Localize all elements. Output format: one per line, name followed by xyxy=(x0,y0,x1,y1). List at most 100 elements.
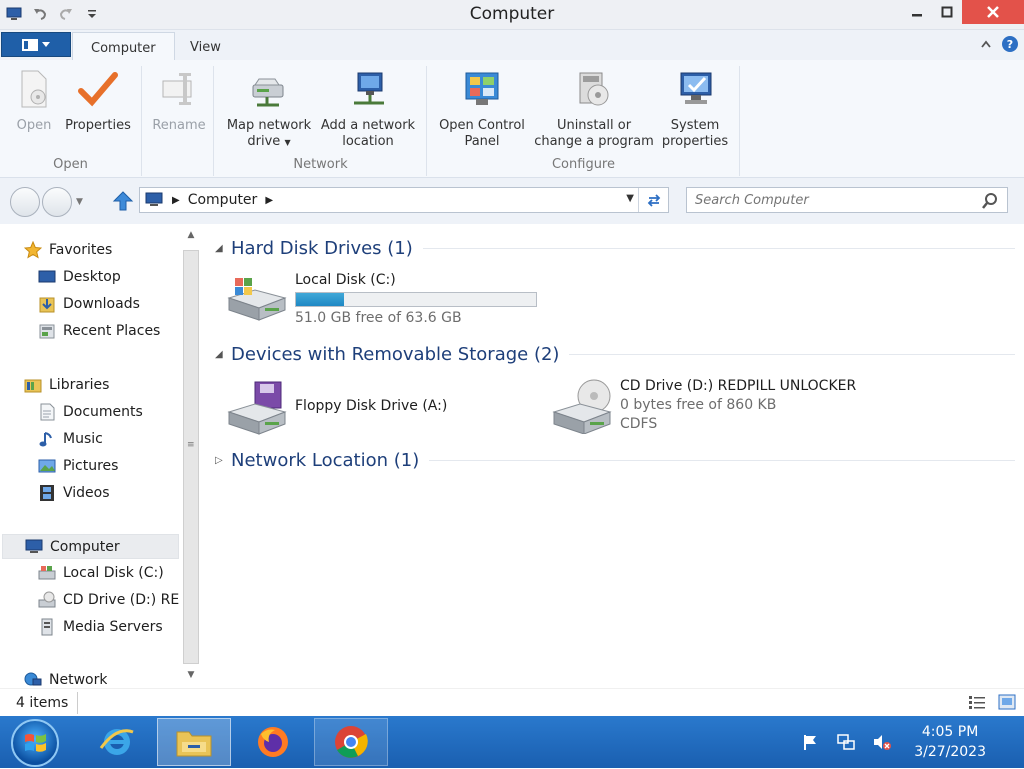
nav-recent-places[interactable]: Recent Places xyxy=(38,320,160,342)
scroll-grip-icon: ≡ xyxy=(187,440,195,450)
quick-access-toolbar xyxy=(4,4,102,24)
nav-computer[interactable]: Computer xyxy=(2,534,179,559)
window-title: Computer xyxy=(469,4,555,24)
ribbon-tab-row: Computer View ? xyxy=(0,30,1024,60)
taskbar-internet-explorer[interactable] xyxy=(80,718,154,766)
file-menu-icon xyxy=(22,38,38,51)
nav-desktop[interactable]: Desktop xyxy=(38,266,121,288)
windows-logo-icon xyxy=(25,734,46,752)
recent-locations-dropdown[interactable]: ▼ xyxy=(76,197,83,207)
scroll-down-icon[interactable]: ▼ xyxy=(181,670,201,686)
properties-button[interactable]: Properties xyxy=(60,68,136,134)
volume-muted-icon[interactable] xyxy=(870,730,894,754)
undo-icon[interactable] xyxy=(30,4,50,24)
customize-qat-icon[interactable] xyxy=(82,4,102,24)
nav-favorites[interactable]: Favorites xyxy=(24,239,112,261)
open-icon xyxy=(21,70,47,108)
nav-cd-drive[interactable]: CD Drive (D:) REDPILL UNLOCKER xyxy=(38,589,180,611)
drive-tile-local-disk[interactable]: Local Disk (C:) 51.0 GB free of 63.6 GB xyxy=(225,268,537,326)
star-icon xyxy=(24,241,42,259)
open-control-panel-button[interactable]: Open Control Panel xyxy=(432,68,532,150)
videos-icon xyxy=(40,485,54,501)
cd-drive-icon xyxy=(38,591,56,608)
chevron-down-icon xyxy=(42,41,50,47)
minimize-button[interactable] xyxy=(902,0,932,24)
back-button[interactable] xyxy=(10,187,40,217)
expand-caret-icon[interactable]: ▷ xyxy=(215,455,231,466)
scroll-thumb[interactable] xyxy=(183,250,199,664)
nav-libraries[interactable]: Libraries xyxy=(24,374,109,396)
drive-tile-floppy[interactable]: Floppy Disk Drive (A:) xyxy=(225,380,447,436)
rename-button[interactable]: Rename xyxy=(147,68,211,134)
large-icons-view-icon[interactable] xyxy=(998,694,1016,710)
redo-icon[interactable] xyxy=(56,4,76,24)
network-icon xyxy=(24,672,42,686)
breadcrumb-arrow-icon[interactable]: ▶ xyxy=(265,195,273,206)
up-arrow-icon xyxy=(112,191,134,211)
nav-pictures[interactable]: Pictures xyxy=(38,455,118,477)
clock[interactable]: 4:05 PM 3/27/2023 xyxy=(914,722,986,762)
documents-icon xyxy=(40,403,55,421)
taskbar-chrome[interactable] xyxy=(314,718,388,766)
search-icon[interactable] xyxy=(981,192,999,210)
collapse-caret-icon[interactable]: ◢ xyxy=(215,243,231,254)
search-box xyxy=(686,187,1008,213)
tab-view[interactable]: View xyxy=(172,32,239,60)
breadcrumb-computer[interactable]: Computer xyxy=(188,192,258,208)
maximize-button[interactable] xyxy=(932,0,962,24)
computer-small-icon[interactable] xyxy=(4,4,24,24)
nav-media-servers[interactable]: Media Servers xyxy=(38,616,180,638)
close-button[interactable] xyxy=(962,0,1024,24)
open-button[interactable]: Open xyxy=(10,68,58,134)
drive-free-space-cd: 0 bytes free of 860 KB xyxy=(620,397,777,413)
forward-button[interactable] xyxy=(42,187,72,217)
system-tray: 4:05 PM 3/27/2023 xyxy=(798,716,1024,768)
group-label-network: Network xyxy=(293,157,348,172)
search-input[interactable] xyxy=(695,189,975,211)
rename-icon xyxy=(162,73,192,105)
up-button[interactable] xyxy=(112,190,134,212)
navigation-pane: Favorites Desktop Downloads Recent Place… xyxy=(0,224,203,688)
minimize-ribbon-icon[interactable] xyxy=(978,36,994,52)
group-header-removable-storage[interactable]: ◢ Devices with Removable Storage (2) xyxy=(215,344,1015,365)
computer-icon xyxy=(25,539,43,553)
taskbar-file-explorer[interactable] xyxy=(157,718,231,766)
nav-local-disk[interactable]: Local Disk (C:) xyxy=(38,562,180,584)
system-properties-button[interactable]: System properties xyxy=(658,68,732,150)
uninstall-program-button[interactable]: Uninstall or change a program xyxy=(532,68,656,150)
cd-drive-large-icon xyxy=(550,378,612,435)
control-panel-icon xyxy=(465,72,499,105)
action-center-flag-icon[interactable] xyxy=(798,730,822,754)
taskbar-firefox[interactable] xyxy=(236,718,310,766)
floppy-drive-icon xyxy=(225,380,287,436)
group-header-hard-disk-drives[interactable]: ◢ Hard Disk Drives (1) xyxy=(215,238,1015,259)
nav-scrollbar[interactable]: ▲ ≡ ▼ xyxy=(181,224,201,688)
address-dropdown-icon[interactable]: ▼ xyxy=(626,193,634,204)
refresh-button[interactable] xyxy=(638,188,668,212)
details-view-icon[interactable] xyxy=(968,694,986,710)
add-network-location-button[interactable]: Add a network location xyxy=(319,68,417,150)
nav-downloads[interactable]: Downloads xyxy=(38,293,140,315)
start-button[interactable] xyxy=(11,719,59,767)
clock-date: 3/27/2023 xyxy=(914,744,986,760)
help-icon[interactable]: ? xyxy=(1002,36,1018,52)
refresh-icon xyxy=(647,194,660,207)
map-network-drive-button[interactable]: Map network drive ▼ xyxy=(221,68,317,151)
group-label-configure: Configure xyxy=(551,157,615,172)
nav-videos[interactable]: Videos xyxy=(38,482,110,504)
item-count: 4 items xyxy=(16,695,69,711)
group-header-network-location[interactable]: ▷ Network Location (1) xyxy=(215,450,1015,471)
network-tray-icon[interactable] xyxy=(834,730,858,754)
collapse-caret-icon[interactable]: ◢ xyxy=(215,349,231,360)
music-icon xyxy=(39,432,52,447)
file-menu-button[interactable] xyxy=(1,32,71,57)
drive-tile-cd[interactable]: CD Drive (D:) REDPILL UNLOCKER 0 bytes f… xyxy=(550,378,856,435)
tab-computer[interactable]: Computer xyxy=(72,32,175,60)
nav-music[interactable]: Music xyxy=(38,428,103,450)
breadcrumb-arrow-icon[interactable]: ▶ xyxy=(172,195,180,206)
network-location-icon xyxy=(354,72,384,105)
address-bar[interactable]: ▶ Computer ▶ ▼ xyxy=(139,187,669,213)
nav-documents[interactable]: Documents xyxy=(38,401,143,423)
scroll-up-icon[interactable]: ▲ xyxy=(181,230,201,246)
firefox-icon xyxy=(258,727,288,757)
